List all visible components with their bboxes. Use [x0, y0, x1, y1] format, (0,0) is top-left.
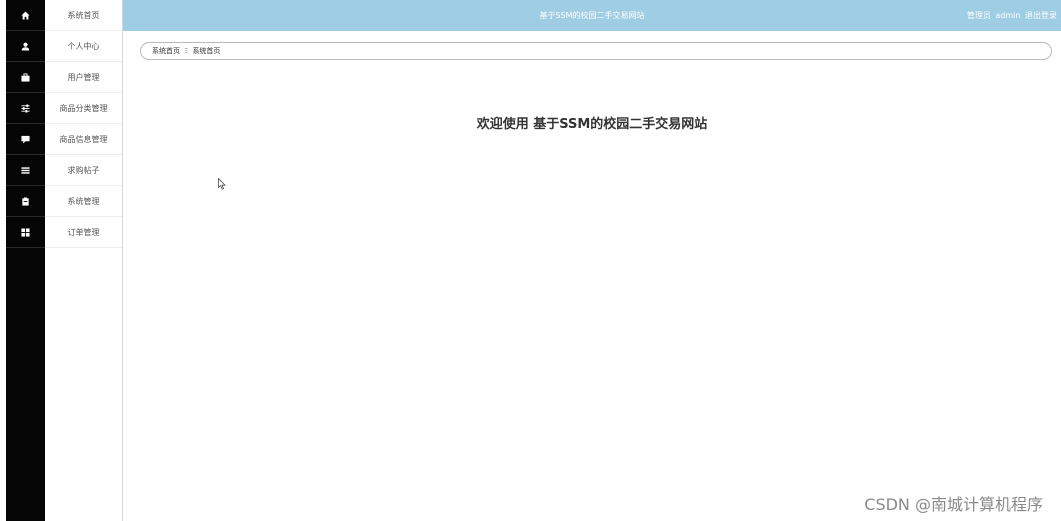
comment-icon[interactable]: [6, 124, 45, 155]
icon-rail: [6, 0, 45, 521]
app-window: 系统首页 个人中心 用户管理 商品分类管理 商品信息管理 求购帖子 系统管理 订…: [0, 0, 1061, 521]
sidebar-item-label: 系统管理: [67, 196, 100, 206]
grid-icon[interactable]: [6, 217, 45, 248]
logout-link[interactable]: 退出登录: [1025, 11, 1057, 20]
sliders-icon[interactable]: [6, 93, 45, 124]
sidebar-item-profile[interactable]: 个人中心: [45, 31, 122, 62]
sidebar-item-label: 用户管理: [67, 72, 100, 82]
welcome-heading: 欢迎使用 基于SSM的校园二手交易网站: [476, 117, 708, 132]
breadcrumb-separator: Ξ: [184, 47, 189, 55]
clipboard-icon[interactable]: [6, 186, 45, 217]
list-icon[interactable]: [6, 155, 45, 186]
site-title: 基于SSM的校园二手交易网站: [539, 11, 645, 20]
sidebar-item-label: 求购帖子: [67, 165, 100, 175]
user-icon[interactable]: [6, 31, 45, 62]
sidebar-menu: 系统首页 个人中心 用户管理 商品分类管理 商品信息管理 求购帖子 系统管理 订…: [45, 0, 123, 521]
sidebar-item-label: 商品信息管理: [59, 134, 108, 144]
sidebar-item-wanted-posts[interactable]: 求购帖子: [45, 155, 122, 186]
sidebar-item-home[interactable]: 系统首页: [45, 0, 122, 31]
breadcrumb: 系统首页 Ξ 系统首页: [140, 42, 1052, 60]
user-area: 管理员 admin 退出登录: [965, 0, 1057, 31]
sidebar-item-label: 商品分类管理: [59, 103, 108, 113]
sidebar-item-system[interactable]: 系统管理: [45, 186, 122, 217]
mouse-cursor-icon: [218, 178, 226, 190]
username: admin: [995, 11, 1021, 20]
sidebar-item-users[interactable]: 用户管理: [45, 62, 122, 93]
watermark-text: CSDN @南城计算机程序: [864, 495, 1043, 514]
home-icon[interactable]: [6, 0, 45, 31]
breadcrumb-home-link[interactable]: 系统首页: [152, 47, 180, 55]
sidebar-item-label: 订单管理: [67, 227, 100, 237]
breadcrumb-current: 系统首页: [192, 47, 221, 55]
sidebar-item-categories[interactable]: 商品分类管理: [45, 93, 122, 124]
sidebar-item-orders[interactable]: 订单管理: [45, 217, 122, 248]
top-header-bar: 基于SSM的校园二手交易网站 管理员 admin 退出登录: [123, 0, 1061, 31]
sidebar-item-products[interactable]: 商品信息管理: [45, 124, 122, 155]
briefcase-icon[interactable]: [6, 62, 45, 93]
user-role-label: 管理员: [966, 11, 991, 20]
sidebar-item-label: 个人中心: [67, 41, 100, 51]
sidebar-item-label: 系统首页: [67, 10, 100, 20]
